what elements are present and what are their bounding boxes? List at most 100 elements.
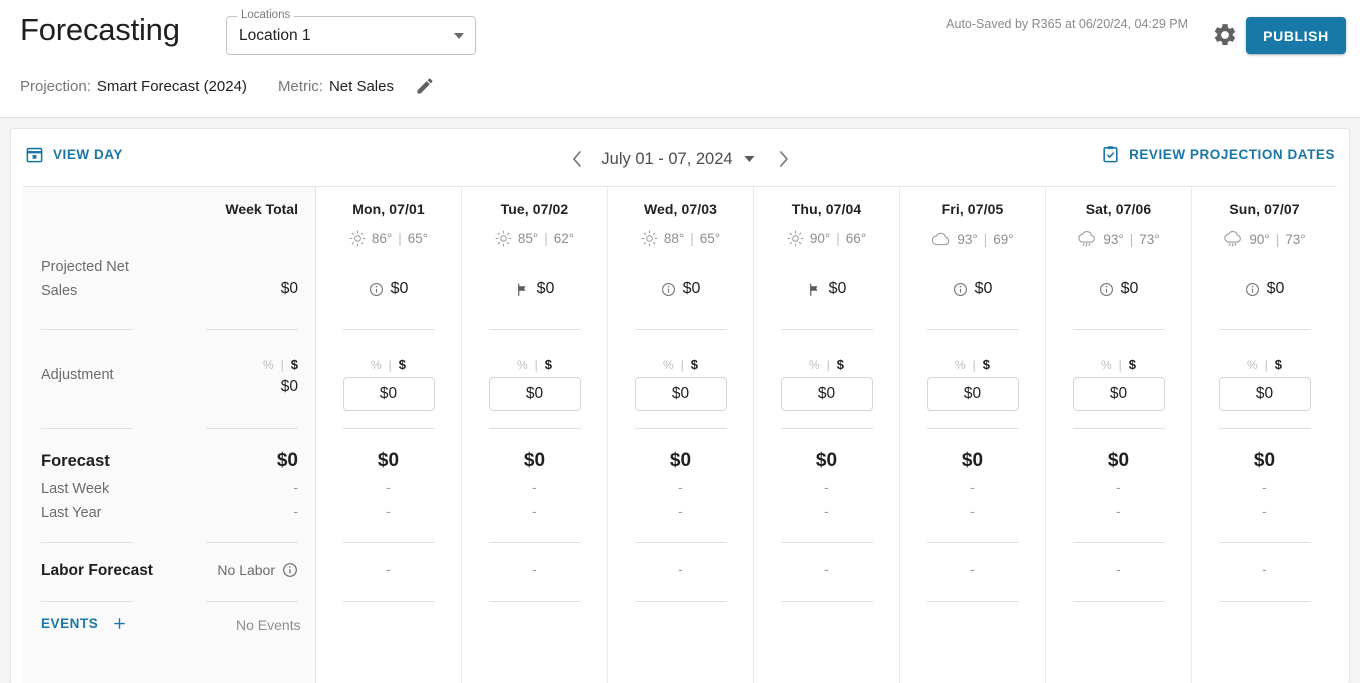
prev-week-button[interactable]: [561, 144, 591, 174]
view-day-button[interactable]: VIEW DAY: [25, 145, 123, 164]
day-projected-net-sales: $0: [754, 280, 899, 298]
percent-mode-label[interactable]: %: [809, 358, 820, 372]
day-last-year: -: [678, 503, 683, 519]
row-divider: [634, 428, 727, 429]
day-last-week: -: [1262, 479, 1267, 495]
percent-mode-label[interactable]: %: [663, 358, 674, 372]
dollar-mode-label[interactable]: $: [545, 357, 552, 372]
row-label-forecast: Forecast: [41, 452, 110, 470]
flag-icon[interactable]: [515, 282, 530, 297]
weather-high: 85°: [517, 231, 539, 246]
row-divider: [926, 542, 1019, 543]
percent-mode-label[interactable]: %: [955, 358, 966, 372]
forecast-card: VIEW DAY July 01 - 07, 2024 REVIEW PROJE…: [10, 128, 1350, 683]
locations-value: Location 1: [239, 27, 311, 44]
weather-separator: |: [836, 231, 840, 246]
day-adjustment-input[interactable]: $0: [342, 377, 435, 411]
locations-select[interactable]: Locations Location 1: [226, 9, 476, 55]
dollar-mode-label[interactable]: $: [1129, 357, 1136, 372]
percent-mode-label[interactable]: %: [1101, 358, 1112, 372]
day-adjustment-input[interactable]: $0: [780, 377, 873, 411]
week-total-header: Week Total: [225, 201, 298, 217]
day-column-6: Sun, 07/07 90° | 73° $0% | $ $0 $0 - - -: [1192, 187, 1337, 683]
review-projection-dates-button[interactable]: REVIEW PROJECTION DATES: [1101, 145, 1335, 164]
day-projected-net-sales: $0: [1046, 280, 1191, 298]
dollar-mode-label[interactable]: $: [983, 357, 990, 372]
day-last-week: -: [970, 479, 975, 495]
dollar-mode-label[interactable]: $: [399, 357, 406, 372]
row-divider: [780, 428, 873, 429]
day-adjustment-input[interactable]: $0: [1218, 377, 1311, 411]
next-week-button[interactable]: [769, 144, 799, 174]
row-divider: [1218, 428, 1311, 429]
mode-separator: |: [280, 357, 284, 372]
row-divider: [488, 428, 581, 429]
day-last-week: -: [532, 479, 537, 495]
day-header-label: Tue, 07/02: [500, 201, 569, 217]
mode-separator: |: [1264, 357, 1268, 372]
gear-icon[interactable]: [1212, 22, 1238, 48]
locations-legend: Locations: [237, 9, 295, 22]
row-divider: [206, 542, 298, 543]
day-projected-value: $0: [390, 280, 409, 297]
percent-mode-label[interactable]: %: [517, 358, 528, 372]
day-adjustment-input[interactable]: $0: [634, 377, 727, 411]
day-column-5: Sat, 07/06 93° | 73° $0% | $ $0 $0 - - -: [1046, 187, 1192, 683]
row-divider: [634, 329, 727, 330]
dollar-mode-label[interactable]: $: [837, 357, 844, 372]
day-adjustment-mode: % | $: [900, 357, 1045, 372]
info-icon[interactable]: [953, 282, 968, 297]
day-last-year: -: [532, 503, 537, 519]
row-divider: [1218, 329, 1311, 330]
chevron-down-icon[interactable]: [744, 156, 755, 162]
pencil-icon[interactable]: [415, 76, 435, 96]
row-divider: [206, 428, 298, 429]
weather-separator: |: [690, 231, 694, 246]
metric-label: Metric:: [277, 77, 323, 95]
flag-icon[interactable]: [807, 282, 822, 297]
day-labor-forecast: -: [678, 561, 683, 577]
day-weather: 86° | 65°: [316, 230, 461, 247]
day-adjustment-input[interactable]: $0: [488, 377, 581, 411]
page-body: VIEW DAY July 01 - 07, 2024 REVIEW PROJE…: [0, 118, 1360, 683]
weather-separator: |: [1129, 232, 1134, 247]
info-icon[interactable]: [282, 562, 298, 578]
row-label-labor-forecast: Labor Forecast: [41, 562, 153, 579]
week-total-projected-net-sales: $0: [280, 280, 298, 297]
row-label-adjustment: Adjustment: [41, 367, 114, 383]
info-icon[interactable]: [1245, 282, 1260, 297]
dollar-mode-label[interactable]: $: [691, 357, 698, 372]
mode-separator: |: [826, 357, 830, 372]
date-range-label[interactable]: July 01 - 07, 2024: [591, 150, 742, 169]
day-column-2: Wed, 07/03 88° | 65° $0% | $ $0 $0 - - -: [608, 187, 754, 683]
no-events-text: No Events: [236, 617, 301, 633]
rain-cloud-icon: [1223, 230, 1243, 249]
row-divider: [206, 601, 298, 602]
row-divider: [488, 542, 581, 543]
week-total-adjustment-mode: % | $: [263, 357, 298, 372]
events-button[interactable]: EVENTS: [41, 616, 127, 631]
publish-button[interactable]: PUBLISH: [1246, 17, 1346, 54]
percent-mode-label[interactable]: %: [371, 358, 382, 372]
percent-mode-label[interactable]: %: [1247, 358, 1258, 372]
info-icon[interactable]: [661, 282, 676, 297]
day-adjustment-input[interactable]: $0: [926, 377, 1019, 411]
sun-icon: [641, 230, 658, 247]
dollar-mode-label[interactable]: $: [291, 357, 298, 372]
row-divider: [780, 542, 873, 543]
weather-low: 65°: [699, 231, 721, 246]
row-divider: [41, 542, 133, 543]
day-header-label: Sun, 07/07: [1229, 201, 1300, 217]
row-divider: [926, 428, 1019, 429]
day-forecast: $0: [1253, 450, 1276, 471]
weather-low: 69°: [993, 231, 1014, 247]
dollar-mode-label[interactable]: $: [1275, 357, 1282, 372]
percent-mode-label[interactable]: %: [263, 358, 274, 372]
weather-high: 93°: [1103, 232, 1124, 247]
day-adjustment-input[interactable]: $0: [1072, 377, 1165, 411]
info-icon[interactable]: [369, 282, 384, 297]
row-divider: [780, 329, 873, 330]
forecast-grid: Week Total Projected Net Sales $0 % | $ …: [23, 186, 1337, 683]
day-forecast: $0: [377, 450, 400, 471]
info-icon[interactable]: [1099, 282, 1114, 297]
